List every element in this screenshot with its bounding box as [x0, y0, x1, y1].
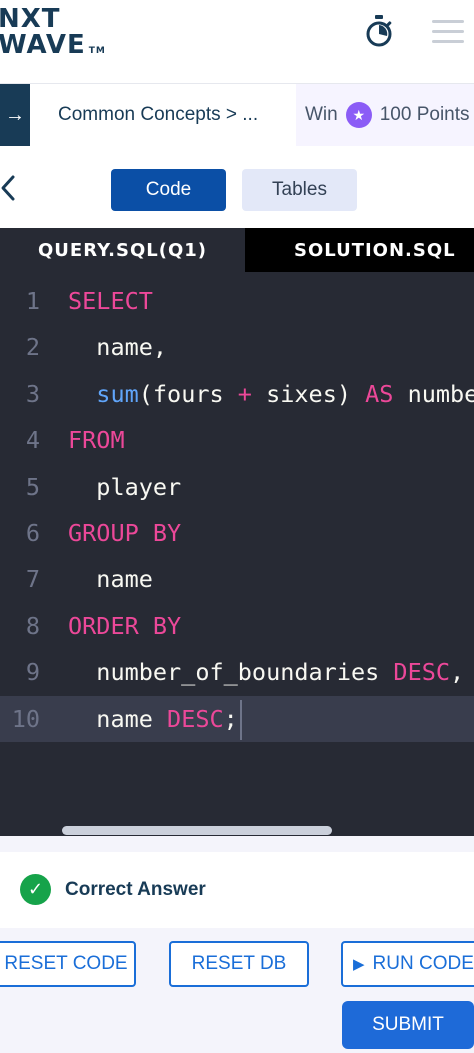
code-text: name, [68, 324, 167, 370]
reward-points: 100 Points [379, 104, 470, 125]
code-line[interactable]: 10 name DESC; [0, 695, 474, 742]
line-number: 1 [25, 287, 40, 315]
code-line[interactable]: 1 SELECT [0, 278, 474, 324]
result-panel: ✓ Correct Answer RESET CODE RESET DB ▶ R… [0, 836, 474, 1053]
app-header: NXT WAVE TM [0, 0, 474, 84]
reward-badge: Win ★ 100 Points [296, 84, 474, 146]
result-status: Correct Answer [65, 879, 206, 900]
breadcrumb-bar: → Common Concepts > ... Win ★ 100 Points [0, 84, 474, 146]
code-line[interactable]: 3 sum(fours + sixes) AS number_of_bounda… [0, 371, 474, 417]
code-text: GROUP BY [68, 510, 181, 556]
code-editor[interactable]: 1 SELECT 2 name, 3 sum(fours + sixes) AS nu… [0, 272, 474, 836]
tab-query-sql[interactable]: QUERY.SQL(Q1) [0, 228, 245, 272]
nxtwave-logo[interactable]: NXT WAVE TM [0, 6, 106, 64]
code-token: player [68, 472, 182, 501]
line-number: 3 [25, 379, 40, 408]
code-token: (fours [138, 379, 238, 408]
code-token: + [237, 379, 252, 408]
logo-trademark: TM [88, 46, 106, 56]
code-line[interactable]: 6 GROUP BY [0, 510, 474, 556]
code-text: name DESC; [68, 696, 242, 742]
code-token: GROUP BY [68, 519, 182, 547]
check-circle-icon: ✓ [20, 874, 51, 905]
run-code-label: RUN CODE [372, 953, 474, 974]
line-number: 4 [25, 426, 40, 455]
reward-win-label: Win [305, 104, 338, 125]
code-text: sum(fours + sixes) AS number_of_boundari… [68, 371, 474, 417]
code-text: number_of_boundaries DESC, [68, 649, 464, 695]
code-text: SELECT [68, 278, 153, 324]
code-line[interactable]: 9 number_of_boundaries DESC, [0, 649, 474, 695]
tab-code[interactable]: Code [111, 169, 226, 211]
line-number: 7 [25, 565, 40, 594]
code-token: name [68, 565, 153, 594]
text-cursor [239, 700, 242, 741]
code-token: number_of_boundaries [68, 658, 394, 687]
reset-db-button[interactable]: RESET DB [169, 941, 309, 987]
code-token: SELECT [68, 287, 153, 315]
chevron-left-icon[interactable] [0, 174, 16, 207]
code-token: DESC [393, 658, 451, 687]
line-number: 6 [25, 519, 40, 547]
code-token: ORDER BY [68, 611, 182, 640]
play-icon: ▶ [353, 956, 365, 973]
submit-button[interactable]: SUBMIT [342, 1001, 474, 1049]
code-text: name [68, 556, 153, 602]
logo-line-2: WAVE [0, 30, 86, 60]
code-line[interactable]: 8 ORDER BY [0, 603, 474, 649]
code-line[interactable]: 5 player [0, 464, 474, 510]
code-text: player [68, 464, 181, 510]
line-number: 10 [11, 704, 40, 733]
code-line[interactable]: 2 name, [0, 324, 474, 370]
editor-file-tabs: QUERY.SQL(Q1) SOLUTION.SQL [0, 228, 474, 272]
code-token: FROM [68, 426, 125, 455]
code-token: DESC [167, 704, 224, 733]
code-token: name, [68, 333, 168, 362]
tab-tables[interactable]: Tables [242, 169, 357, 211]
code-text: ORDER BY [68, 603, 181, 649]
reset-code-button[interactable]: RESET CODE [0, 941, 136, 987]
tab-solution-sql[interactable]: SOLUTION.SQL [245, 228, 474, 272]
code-token: , [450, 658, 465, 687]
sidebar-toggle-arrow-icon[interactable]: → [0, 84, 30, 146]
hamburger-menu-icon[interactable] [432, 20, 464, 44]
logo-line-1: NXT [0, 4, 61, 34]
view-tab-row: Code Tables [0, 146, 474, 228]
code-line[interactable]: 4 FROM [0, 417, 474, 463]
line-number: 8 [25, 611, 40, 640]
code-token: name [68, 704, 168, 733]
code-line[interactable]: 7 name [0, 556, 474, 602]
editor-horizontal-scrollbar[interactable] [62, 826, 332, 835]
line-number: 9 [25, 658, 40, 687]
code-token: sum [96, 379, 139, 408]
breadcrumb[interactable]: Common Concepts > ... [58, 104, 258, 126]
line-number: 5 [25, 472, 40, 501]
line-number: 2 [25, 333, 40, 362]
run-code-button[interactable]: ▶ RUN CODE [341, 941, 474, 987]
star-coin-icon: ★ [345, 102, 372, 128]
code-text: FROM [68, 417, 125, 463]
code-token: sixes) [251, 379, 366, 408]
code-token: AS [365, 379, 394, 408]
code-token: ; [223, 704, 238, 733]
stopwatch-icon[interactable] [364, 14, 394, 48]
code-token: number_of_boundaries, [407, 379, 474, 408]
